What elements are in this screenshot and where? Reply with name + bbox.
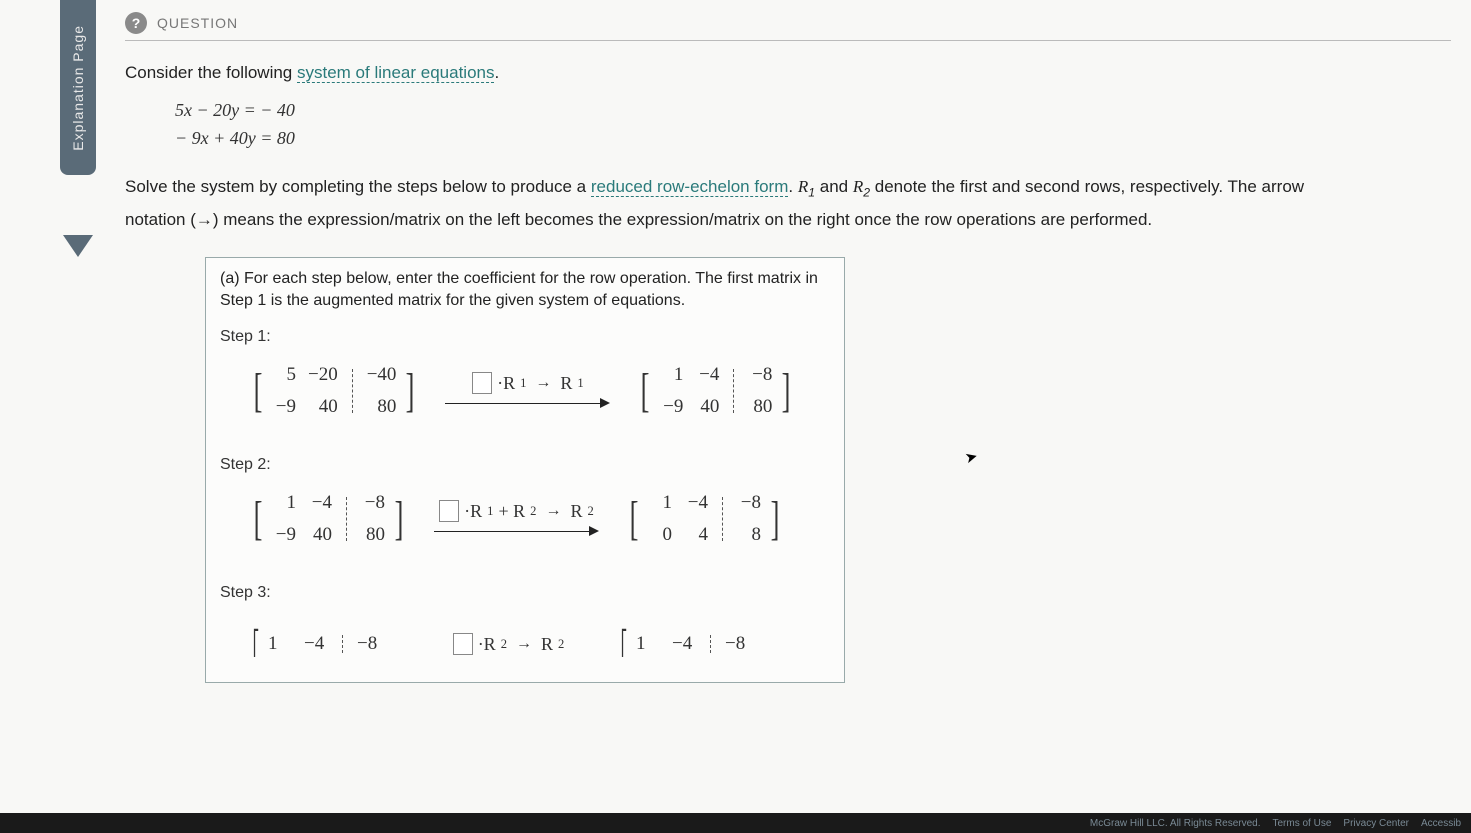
cell: 1 [659,364,683,386]
cell: −8 [748,364,772,386]
prompt-tail: . [494,63,499,82]
cell: 40 [308,524,332,546]
system-of-linear-equations-link[interactable]: system of linear equations [297,63,495,83]
op-text: ·R [497,373,515,394]
instr-1b: . [788,177,797,196]
arrow-icon: → [545,502,561,520]
step-3-row: ⎡ 1 −4 −8 ⎤ ·R2 → R2 ⎡ [250,620,830,668]
instr-1c: denote the first and second rows, respec… [870,177,1304,196]
equation-2: − 9x + 40y = 80 [175,125,1471,153]
question-content: ? QUESTION Consider the following system… [125,0,1471,683]
cell: −8 [725,633,745,655]
arrow-icon: → [516,635,532,653]
instr-2: notation (→) means the expression/matrix… [125,210,1152,229]
step-1-label: Step 1: [220,328,830,346]
step-2-left-matrix: [ 1−9 −440 −880 ] [250,492,407,546]
cell: 1 [272,492,296,514]
step-1-left-matrix: [ 5−9 −2040 −4080 ] [250,364,418,418]
cell: −4 [684,492,708,514]
cell: −9 [272,396,296,418]
cell: 80 [367,396,397,418]
long-arrow-icon [434,524,599,538]
step-2-row: [ 1−9 −440 −880 ] ·R1 + R2 → R2 [250,492,830,546]
step-3-operation: ·R2 → R2 [421,633,596,655]
cell: 8 [737,524,761,546]
cell: −4 [672,633,692,655]
task-intro: (a) For each step below, enter the coeff… [220,268,830,313]
op-sub: 2 [501,637,507,652]
arrow-icon: → [535,374,551,392]
cell: −8 [357,633,377,655]
prompt-lead: Consider the following [125,63,297,82]
cell: 1 [648,492,672,514]
op-sub: 2 [558,637,564,652]
step-2-right-matrix: [ 10 −44 −88 ] [626,492,783,546]
cell: 80 [748,396,772,418]
cell: −9 [272,524,296,546]
sidebar-arrow-icon [63,235,93,257]
prompt-text: Consider the following system of linear … [125,63,1471,83]
equation-system: 5x − 20y = − 40 − 9x + 40y = 80 [175,97,1471,153]
step-2-coeff-input[interactable] [439,500,459,522]
r2: R [853,177,863,196]
op-text: ·R [478,634,496,655]
cell: 1 [636,633,646,655]
footer-terms-link[interactable]: Terms of Use [1273,818,1332,829]
explanation-page-label: Explanation Page [70,25,86,151]
op-sub: 2 [587,504,593,519]
task-box: (a) For each step below, enter the coeff… [205,257,845,684]
question-label: QUESTION [157,15,238,31]
cell: −9 [659,396,683,418]
op-sub: 1 [487,504,493,519]
cell: 40 [695,396,719,418]
long-arrow-icon [445,396,610,410]
r2-sub: 2 [863,185,870,199]
cell: 0 [648,524,672,546]
step-3-right-matrix-partial: ⎡ 1 −4 −8 ⎤ [618,620,767,668]
cell: −4 [308,492,332,514]
step-1-coeff-input[interactable] [472,372,492,394]
step-2-label: Step 2: [220,456,830,474]
footer-copyright: McGraw Hill LLC. All Rights Reserved. [1090,818,1261,829]
question-mark-icon[interactable]: ? [125,12,147,34]
cell: 4 [684,524,708,546]
op-sub: 1 [577,376,583,391]
op-text: + R [498,501,525,522]
footer: McGraw Hill LLC. All Rights Reserved. Te… [0,813,1471,833]
instructions: Solve the system by completing the steps… [125,171,1461,237]
step-1-right-matrix: [ 1−9 −440 −880 ] [637,364,794,418]
op-text: ·R [464,501,482,522]
cell: −8 [737,492,761,514]
cell: −8 [361,492,385,514]
r1-sub: 1 [808,185,815,199]
cell: −40 [367,364,397,386]
cell: −4 [304,633,324,655]
step-3-left-matrix-partial: ⎡ 1 −4 −8 ⎤ [250,620,399,668]
explanation-page-tab[interactable]: Explanation Page [60,0,96,175]
op-sub: 1 [520,376,526,391]
op-sub: 2 [530,504,536,519]
footer-access-link[interactable]: Accessib [1421,818,1461,829]
step-1-row: [ 5−9 −2040 −4080 ] ·R1 → R1 [250,364,830,418]
step-3-label: Step 3: [220,584,830,602]
cell: 40 [308,396,338,418]
equation-1: 5x − 20y = − 40 [175,97,1471,125]
instr-and: and [815,177,853,196]
question-header: ? QUESTION [125,8,1451,41]
step-3-coeff-input[interactable] [453,633,473,655]
footer-privacy-link[interactable]: Privacy Center [1343,818,1409,829]
cell: −20 [308,364,338,386]
r1: R [798,177,808,196]
cell: 1 [268,633,278,655]
cell: 5 [272,364,296,386]
step-2-operation: ·R1 + R2 → R2 [429,500,604,538]
cell: 80 [361,524,385,546]
step-1-operation: ·R1 → R1 [440,372,615,410]
reduced-row-echelon-link[interactable]: reduced row-echelon form [591,177,788,197]
instr-1a: Solve the system by completing the steps… [125,177,591,196]
cell: −4 [695,364,719,386]
